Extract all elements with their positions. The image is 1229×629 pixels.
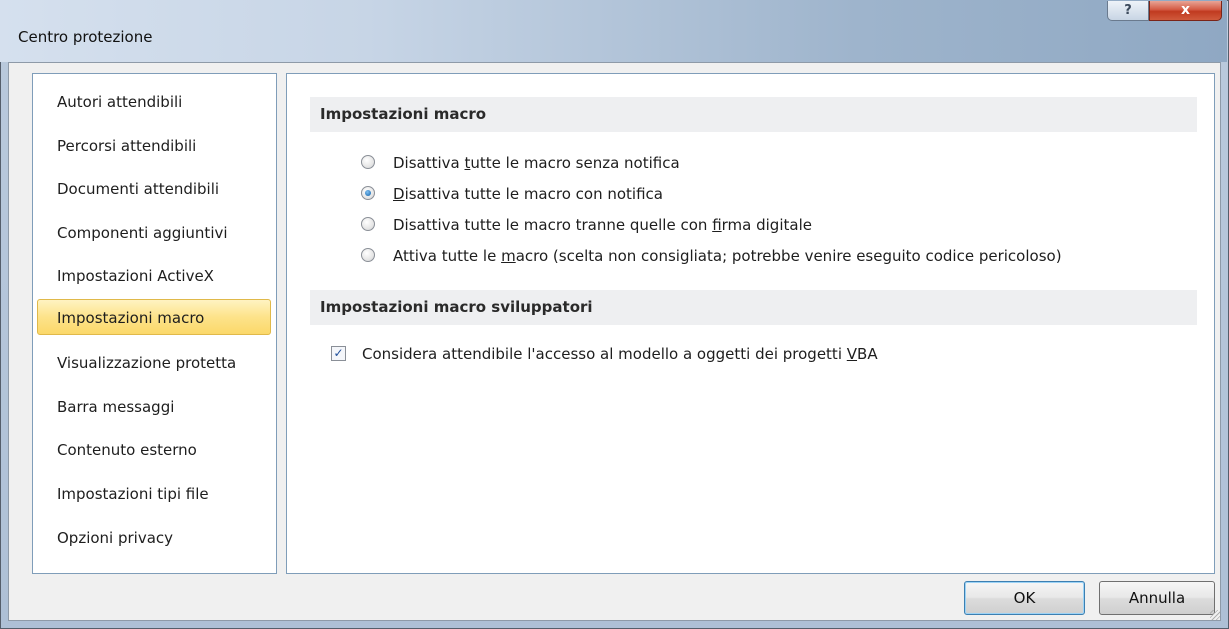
- cancel-button[interactable]: Annulla: [1099, 581, 1215, 615]
- sidebar-item-trusted-documents[interactable]: Documenti attendibili: [37, 170, 271, 206]
- title-bar[interactable]: Centro protezione: [0, 0, 1227, 62]
- sidebar-item-privacy-options[interactable]: Opzioni privacy: [37, 519, 271, 555]
- radio-label: Disattiva tutte le macro senza notifica: [393, 154, 680, 172]
- sidebar-item-external-content[interactable]: Contenuto esterno: [37, 431, 271, 467]
- sidebar-item-activex-settings[interactable]: Impostazioni ActiveX: [37, 257, 271, 293]
- sidebar-item-protected-view[interactable]: Visualizzazione protetta: [37, 344, 271, 380]
- radio-label: Disattiva tutte le macro con notifica: [393, 185, 663, 203]
- radio-label: Disattiva tutte le macro tranne quelle c…: [393, 216, 812, 234]
- radio-button-selected[interactable]: [361, 186, 375, 200]
- sidebar: Autori attendibili Percorsi attendibili …: [32, 73, 277, 574]
- checkmark-icon: ✓: [333, 346, 344, 360]
- sidebar-item-message-bar[interactable]: Barra messaggi: [37, 388, 271, 424]
- sidebar-item-file-block-settings[interactable]: Impostazioni tipi file: [37, 475, 271, 511]
- resize-grip[interactable]: [1210, 610, 1220, 620]
- ok-button[interactable]: OK: [964, 581, 1085, 615]
- close-icon: x: [1180, 2, 1191, 18]
- help-icon: ?: [1124, 3, 1132, 18]
- close-button[interactable]: x: [1149, 1, 1222, 21]
- sidebar-item-macro-settings[interactable]: Impostazioni macro: [37, 299, 271, 335]
- radio-button[interactable]: [361, 217, 375, 231]
- sidebar-item-add-ins[interactable]: Componenti aggiuntivi: [37, 214, 271, 250]
- radio-button[interactable]: [361, 155, 375, 169]
- checkbox-checked[interactable]: ✓: [331, 346, 346, 361]
- settings-panel: Impostazioni macro Disattiva tutte le ma…: [286, 73, 1215, 574]
- developer-settings-header: Impostazioni macro sviluppatori: [310, 290, 1197, 325]
- window-title: Centro protezione: [18, 28, 153, 46]
- sidebar-item-trusted-locations[interactable]: Percorsi attendibili: [37, 127, 271, 163]
- macro-settings-header: Impostazioni macro: [310, 97, 1197, 132]
- sidebar-item-trusted-publishers[interactable]: Autori attendibili: [37, 83, 271, 119]
- checkbox-label: Considera attendibile l'accesso al model…: [362, 345, 878, 363]
- radio-button[interactable]: [361, 248, 375, 262]
- help-button[interactable]: ?: [1107, 1, 1149, 21]
- radio-label: Attiva tutte le macro (scelta non consig…: [393, 247, 1062, 265]
